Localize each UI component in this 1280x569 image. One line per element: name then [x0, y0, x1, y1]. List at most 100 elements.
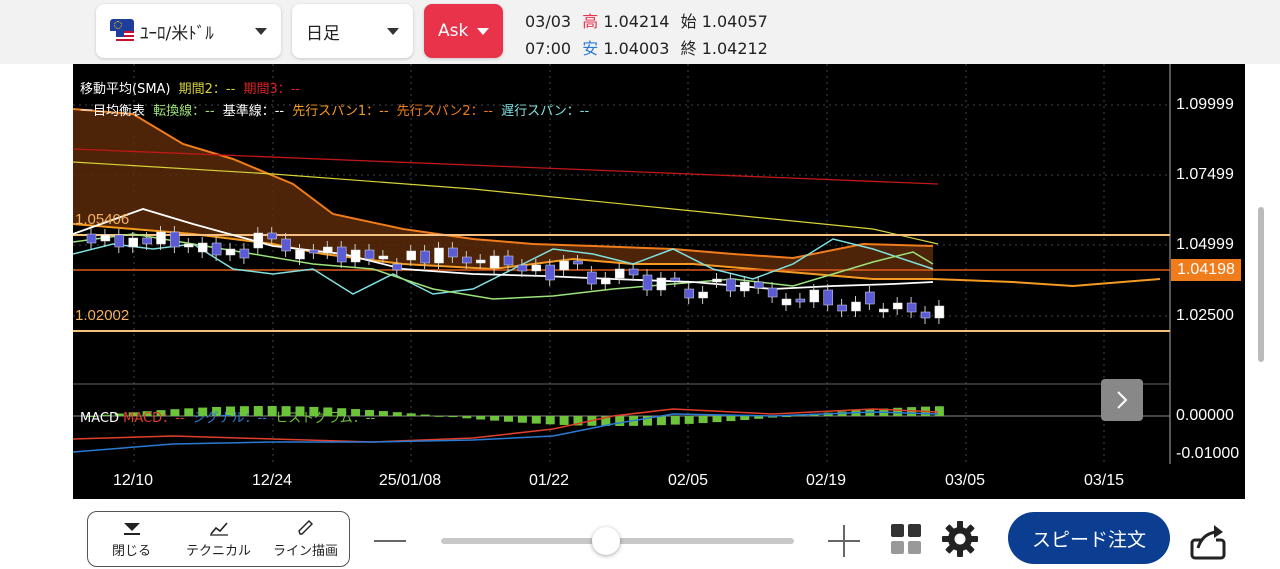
candle-body [489, 255, 500, 269]
candle-body [170, 231, 180, 248]
period-label: 日足 [306, 23, 340, 44]
candle-body [753, 281, 764, 289]
macd-axis-label: -0.01000 [1176, 445, 1240, 462]
chart-canvas [73, 64, 1171, 464]
technical-button[interactable]: テクニカル [175, 512, 262, 566]
candle-body [670, 277, 681, 282]
macd-histogram-bar [490, 416, 500, 421]
candle-body [336, 246, 347, 263]
layout-button[interactable] [888, 521, 924, 557]
chart-line-icon [209, 521, 228, 536]
top-toolbar: ﾕｰﾛ/米ﾄﾞﾙ 日足 Ask 03/03 高 1.04214 始 1.0405… [0, 0, 1280, 64]
candle-body [281, 238, 291, 252]
low-value: 1.04003 [603, 39, 670, 58]
macd-histogram-bar [531, 416, 541, 424]
candle-body [184, 243, 194, 248]
period-dropdown[interactable]: 日足 [292, 4, 413, 58]
share-button[interactable] [1185, 519, 1231, 563]
senkou2-legend: 先行スパン2：-- [396, 104, 493, 119]
zoom-out-button[interactable] [372, 527, 408, 555]
macd-histogram-bar [392, 412, 402, 416]
pencil-icon [297, 519, 313, 535]
macd-histogram-bar [698, 416, 708, 424]
date-axis-label: 01/22 [528, 472, 570, 489]
candle-body [851, 301, 861, 312]
vertical-scrollbar[interactable] [1258, 207, 1264, 362]
settings-button[interactable] [940, 519, 980, 559]
minus-icon [374, 540, 406, 542]
chikou-legend: 遅行スパン：-- [501, 104, 590, 119]
candle-body [795, 298, 806, 303]
macd-histogram-bar [656, 416, 666, 426]
macd-histogram-bar [434, 415, 444, 417]
technical-label: テクニカル [185, 543, 251, 559]
candle-body [420, 250, 430, 264]
candle-body [837, 304, 847, 312]
macd-histogram-bar [406, 413, 416, 416]
sma-period2: 期間2：-- [178, 82, 236, 97]
candle-body [295, 249, 305, 260]
candle-body [114, 234, 125, 248]
macd-value-legend: MACD：-- [123, 411, 185, 426]
candle-body [517, 264, 528, 272]
macd-histogram-bar [476, 416, 486, 420]
date-axis-label: 03/05 [944, 472, 986, 489]
close-value: 1.04212 [701, 39, 768, 58]
zoom-slider-thumb[interactable] [592, 527, 620, 555]
tenkan-legend: 転換線：-- [153, 104, 215, 119]
side-label: Ask [438, 21, 469, 41]
chevron-right-icon [1117, 391, 1128, 409]
open-value: 1.04057 [701, 12, 768, 31]
candle-body [323, 246, 333, 254]
sma-title: 移動平均(SMA) [80, 82, 171, 97]
candle-body [642, 274, 653, 291]
candle-body [656, 277, 667, 291]
tool-group: 閉じる テクニカル ライン描画 [87, 511, 350, 567]
candle-body [350, 249, 361, 263]
bottom-toolbar: 閉じる テクニカル ライン描画 スピード注文 [0, 499, 1280, 569]
date-axis-label: 25/01/08 [378, 472, 442, 489]
close-label: 閉じる [111, 543, 151, 559]
zoom-in-button[interactable] [826, 523, 862, 559]
candle-body [225, 248, 236, 256]
candle-body [434, 247, 444, 264]
candle-body [614, 268, 625, 279]
candle-body [239, 248, 250, 259]
candle-body [601, 277, 611, 285]
scroll-right-button[interactable] [1101, 379, 1143, 421]
kijun-legend: 基準線：-- [222, 104, 285, 119]
candle-body [684, 288, 694, 299]
candle-body [267, 232, 277, 240]
eu-us-flag-icon [110, 19, 134, 43]
collapse-icon [123, 522, 140, 535]
speed-order-button[interactable]: スピード注文 [1008, 512, 1170, 564]
candle-body [934, 305, 945, 319]
candle-body [906, 302, 917, 313]
candle-body [503, 255, 514, 266]
line-draw-button[interactable]: ライン描画 [262, 512, 349, 566]
candle-body [100, 234, 111, 242]
candle-body [462, 256, 472, 264]
macd-histogram-bar [559, 416, 569, 425]
candle-body [809, 289, 820, 303]
candle-body [364, 249, 375, 260]
share-icon [1190, 525, 1226, 560]
plus-icon [828, 525, 860, 557]
candle-body [309, 249, 319, 254]
candle-body [587, 271, 597, 285]
close-button[interactable]: 閉じる [88, 512, 175, 566]
candle-body [823, 289, 833, 306]
bid-ask-dropdown[interactable]: Ask [424, 4, 503, 58]
price-chart[interactable] [73, 64, 1245, 499]
candle-body [211, 242, 222, 256]
senkou1-legend: 先行スパン1：-- [292, 104, 389, 119]
currency-pair-dropdown[interactable]: ﾕｰﾛ/米ﾄﾞﾙ [96, 4, 281, 58]
current-price-tag: 1.04198 [1171, 259, 1241, 281]
macd-histogram-bar [684, 416, 694, 424]
candle-body [879, 308, 889, 313]
candle-body [253, 232, 264, 249]
high-line-label: 1.05406 [75, 211, 130, 228]
candle-body [712, 278, 722, 283]
close-label: 終 [680, 39, 697, 58]
histogram-legend: ヒストグラム：-- [275, 411, 376, 426]
